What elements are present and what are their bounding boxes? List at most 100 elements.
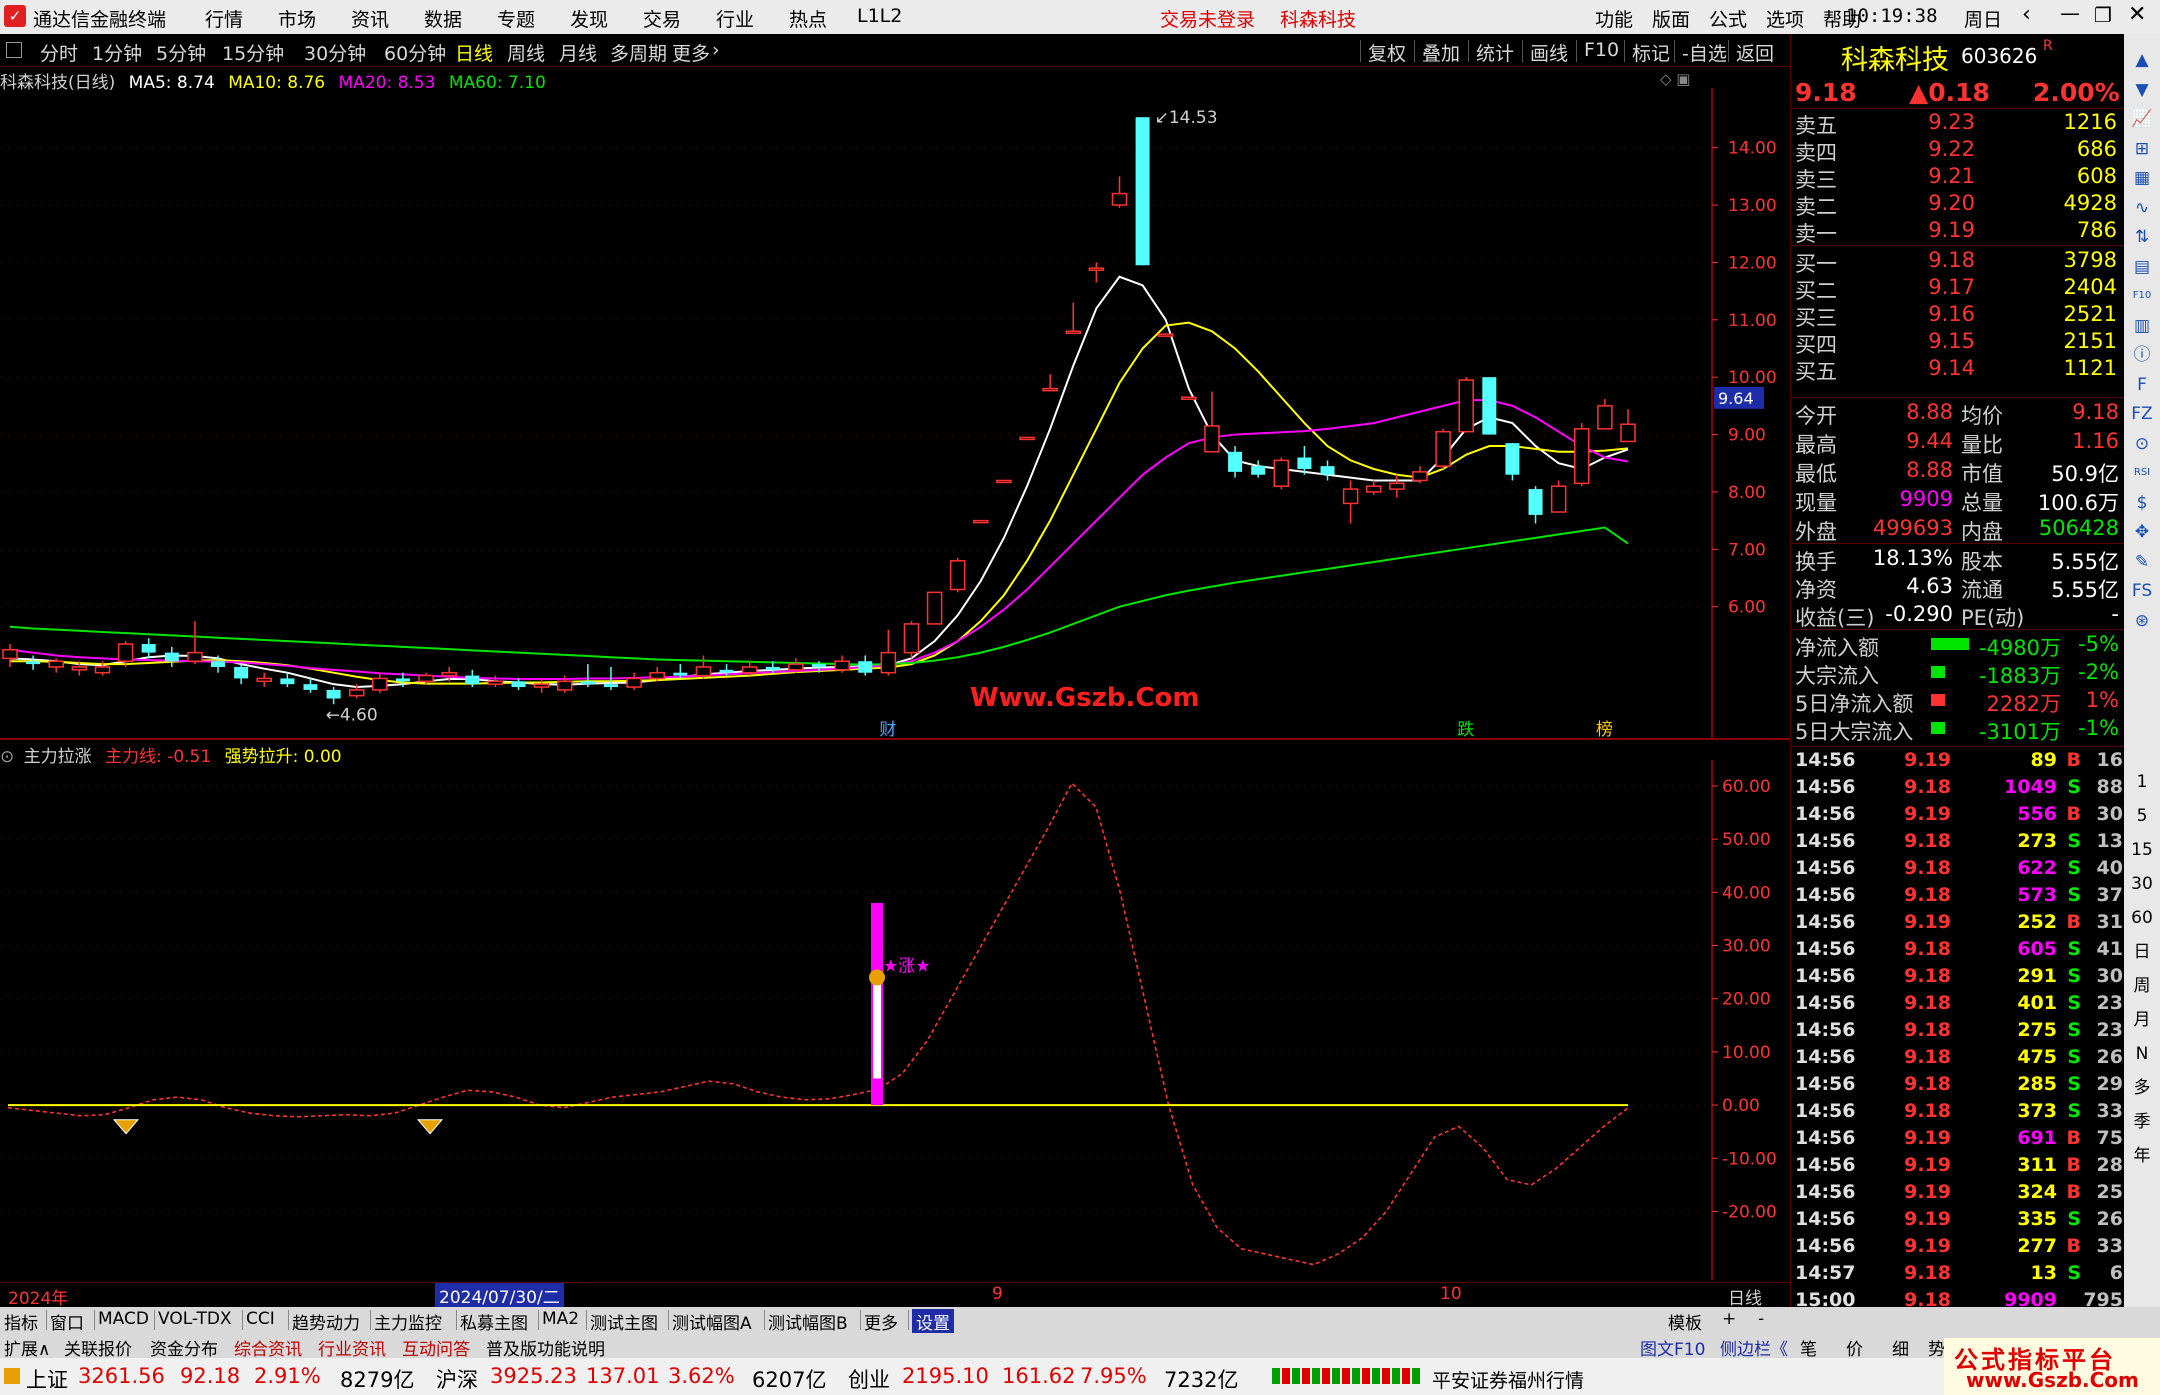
info-tab-4[interactable]: 行业资讯 (318, 1335, 386, 1360)
period-tab-3[interactable]: 15分钟 (222, 39, 284, 66)
period-tab-6[interactable]: 日线 (455, 39, 493, 66)
period-tab-10[interactable]: 更多 (672, 39, 710, 66)
info-tabs-right-3[interactable]: 价 (1846, 1335, 1863, 1360)
dollar-icon[interactable]: $ (2130, 491, 2154, 515)
period-month-icon[interactable]: 月 (2130, 1008, 2154, 1032)
gear-icon[interactable]: ⊛ (2130, 609, 2154, 633)
bid-row[interactable]: 买五 9.14 1121 (1791, 356, 2125, 384)
info-tab-1[interactable]: 关联报价 (64, 1335, 132, 1360)
period-quarter-icon[interactable]: 季 (2130, 1110, 2154, 1134)
indicator-tab-5[interactable]: 趋势动力 (292, 1309, 360, 1334)
period-tab-9[interactable]: 多周期 (610, 39, 667, 66)
bid-row[interactable]: 买三 9.16 2521 (1791, 302, 2125, 330)
indicator-tab-13[interactable]: 设置 (912, 1309, 954, 1334)
sh-index-name[interactable]: 上证 (26, 1364, 68, 1394)
indicator-tab-3[interactable]: VOL-TDX (158, 1309, 232, 1329)
tabs-right-2[interactable]: - (1758, 1309, 1764, 1329)
info-tabs-right-1[interactable]: 侧边栏《 (1720, 1335, 1788, 1360)
indicator-tab-12[interactable]: 更多 (864, 1309, 898, 1334)
ask-row[interactable]: 卖三 9.21 608 (1791, 164, 2125, 192)
bars-icon[interactable]: ▥ (2130, 314, 2154, 338)
menu-item-2[interactable]: 资讯 (351, 5, 389, 32)
info-tab-2[interactable]: 资金分布 (150, 1335, 218, 1360)
menu-item-7[interactable]: 行业 (716, 5, 754, 32)
tool-0[interactable]: 复权 (1368, 39, 1406, 66)
period-60-icon[interactable]: 60 (2130, 906, 2154, 930)
hs-index-name[interactable]: 沪深 (436, 1364, 478, 1394)
tool-7[interactable]: 返回 (1736, 39, 1774, 66)
bid-row[interactable]: 买一 9.18 3798 (1791, 248, 2125, 276)
right-menu-item-1[interactable]: 版面 (1652, 5, 1690, 32)
event-marker[interactable]: 跌 (1457, 720, 1474, 740)
info-tab-6[interactable]: 普及版功能说明 (486, 1335, 605, 1360)
period-week-icon[interactable]: 周 (2130, 974, 2154, 998)
info-tab-3[interactable]: 综合资讯 (234, 1335, 302, 1360)
indicator-tab-11[interactable]: 测试幅图B (768, 1309, 848, 1334)
more-chevron-icon[interactable]: › (712, 39, 720, 61)
swap-icon[interactable]: ⇅ (2130, 225, 2154, 249)
target-icon[interactable]: ⊙ (2130, 432, 2154, 456)
ask-row[interactable]: 卖一 9.19 786 (1791, 218, 2125, 246)
period-tab-8[interactable]: 月线 (559, 39, 597, 66)
indicator-tab-1[interactable]: 窗口 (50, 1309, 84, 1334)
event-marker[interactable]: 榜 (1596, 720, 1613, 740)
indicator-tab-4[interactable]: CCI (246, 1309, 275, 1329)
indicator-tab-8[interactable]: MA2 (542, 1309, 579, 1329)
menu-item-5[interactable]: 发现 (570, 5, 608, 32)
menu-item-8[interactable]: 热点 (789, 5, 827, 32)
tool-4[interactable]: F10 (1584, 39, 1619, 61)
bid-row[interactable]: 买二 9.17 2404 (1791, 275, 2125, 303)
tabs-right-1[interactable]: + (1722, 1309, 1736, 1329)
period-30-icon[interactable]: 30 (2130, 872, 2154, 896)
tool-3[interactable]: 画线 (1530, 39, 1568, 66)
indicator-tab-0[interactable]: 指标 (4, 1309, 38, 1334)
indicator-tab-10[interactable]: 测试幅图A (672, 1309, 752, 1334)
period-multi-icon[interactable]: 多 (2130, 1076, 2154, 1100)
info-tab-0[interactable]: 扩展∧ (4, 1335, 50, 1360)
indicator-tab-7[interactable]: 私募主图 (460, 1309, 528, 1334)
chart-settings-icon[interactable]: ◇ ▣ (1660, 70, 1690, 88)
panel-toggle-icon[interactable] (6, 42, 22, 58)
info-tabs-right-2[interactable]: 笔 (1800, 1335, 1817, 1360)
table-icon[interactable]: ▦ (2130, 166, 2154, 190)
tool-2[interactable]: 统计 (1476, 39, 1514, 66)
ask-row[interactable]: 卖四 9.22 686 (1791, 137, 2125, 165)
wave-icon[interactable]: ∿ (2130, 196, 2154, 220)
tool-6[interactable]: -自选 (1682, 39, 1727, 66)
info-tabs-right-0[interactable]: 图文F10 (1640, 1335, 1705, 1360)
period-day-icon[interactable]: 日 (2130, 940, 2154, 964)
right-menu-item-3[interactable]: 选项 (1766, 5, 1804, 32)
list-icon[interactable]: ▤ (2130, 255, 2154, 279)
fz-icon[interactable]: FZ (2130, 402, 2154, 426)
menu-item-3[interactable]: 数据 (424, 5, 462, 32)
indicator-tab-9[interactable]: 测试主图 (590, 1309, 658, 1334)
info-icon[interactable]: ⓘ (2130, 343, 2154, 367)
info-tabs-right-4[interactable]: 细 (1892, 1335, 1909, 1360)
menu-item-4[interactable]: 专题 (497, 5, 535, 32)
fs-icon[interactable]: FS (2130, 579, 2154, 603)
stock-name[interactable]: 科森科技 (1841, 38, 1949, 77)
menu-item-6[interactable]: 交易 (643, 5, 681, 32)
ask-row[interactable]: 卖二 9.20 4928 (1791, 191, 2125, 219)
period-year-icon[interactable]: 年 (2130, 1144, 2154, 1168)
ask-row[interactable]: 卖五 9.23 1216 (1791, 110, 2125, 138)
info-tab-5[interactable]: 互动问答 (402, 1335, 470, 1360)
period-n-icon[interactable]: N (2130, 1042, 2154, 1066)
period-1-icon[interactable]: 1 (2130, 770, 2154, 794)
trade-status[interactable]: 交易未登录 (1160, 5, 1255, 32)
tabs-right-0[interactable]: 模板 (1668, 1309, 1702, 1334)
f10-icon[interactable]: F10 (2130, 284, 2154, 308)
back-arrow-icon[interactable]: ‹ (2022, 2, 2031, 27)
chart-icon[interactable]: 📈 (2130, 107, 2154, 131)
bid-row[interactable]: 买四 9.15 2151 (1791, 329, 2125, 357)
grid-icon[interactable]: ⊞ (2130, 137, 2154, 161)
menubar-stock-name[interactable]: 科森科技 (1280, 5, 1356, 32)
rsi-icon[interactable]: RSI (2130, 461, 2154, 485)
up-arrow-icon[interactable]: ▲ (2130, 48, 2154, 72)
down-arrow-icon[interactable]: ▼ (2130, 78, 2154, 102)
period-5-icon[interactable]: 5 (2130, 804, 2154, 828)
period-tab-7[interactable]: 周线 (507, 39, 545, 66)
move-icon[interactable]: ✥ (2130, 520, 2154, 544)
minimize-icon[interactable]: — (2060, 1, 2080, 25)
tick-list[interactable]: 14:56 9.19 89 B 16 14:56 9.18 1049 S 88 14:56 9.19 5… (1791, 746, 2125, 1311)
